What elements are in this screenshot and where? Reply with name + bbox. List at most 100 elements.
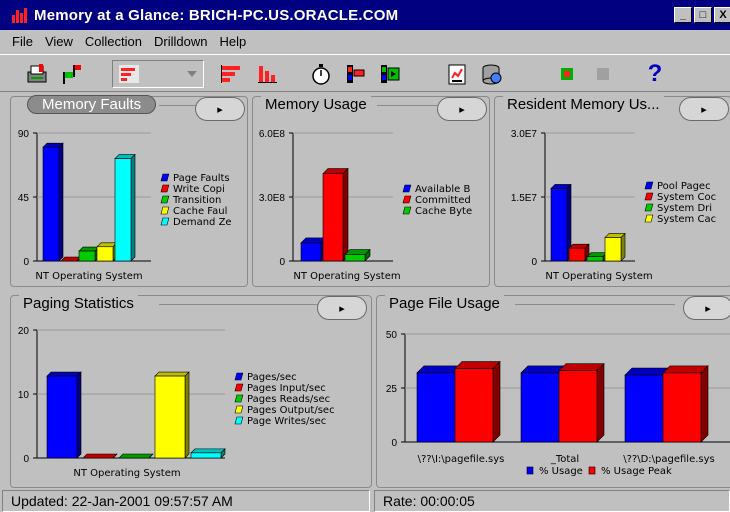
legend-label: System Cac xyxy=(657,214,716,225)
legend-swatch xyxy=(160,195,170,204)
legend-swatch xyxy=(588,466,596,475)
pagefile-bar-top xyxy=(558,363,605,372)
status-bar: Updated: 22-Jan-2001 09:57:57 AM Rate: 0… xyxy=(0,488,730,512)
memory_usage-bar xyxy=(344,254,366,262)
memory-faults-panel: 90 45 0 NT Operating System Page Faults Write… xyxy=(10,95,248,287)
resident-bar-side xyxy=(620,232,626,262)
memory_faults-tick-label: 45 xyxy=(18,193,30,204)
legend-swatch xyxy=(402,195,412,204)
legend-swatch xyxy=(644,192,654,201)
bar-chart-icon[interactable] xyxy=(218,61,244,87)
resident-bar xyxy=(586,256,604,262)
pagefile-tick-label: 0 xyxy=(391,438,397,449)
legend-label: System Dri xyxy=(657,203,712,214)
legend-label: Committed xyxy=(415,195,471,206)
resident-bar xyxy=(550,188,568,262)
window-title: Memory at a Glance: BRICH-PC.US.ORACLE.C… xyxy=(34,6,399,24)
help-icon[interactable]: ? xyxy=(642,60,668,87)
stopwatch-icon[interactable] xyxy=(308,61,334,87)
resident-category-label: NT Operating System xyxy=(545,271,652,282)
resident-tick-label: 3.0E7 xyxy=(511,129,538,140)
legend-swatch xyxy=(160,173,170,182)
memory_faults-bar xyxy=(42,146,60,262)
menu-collection[interactable]: Collection xyxy=(85,34,142,49)
record-icon[interactable] xyxy=(554,61,580,87)
paging-statistics-chart: 20 10 0 NT Operating System Pages/secPages I… xyxy=(18,326,335,479)
drilldown-button[interactable]: ▸ xyxy=(195,97,245,121)
memory_usage-bar-side xyxy=(342,167,349,262)
legend-swatch xyxy=(644,203,654,212)
legend-swatch xyxy=(402,184,412,193)
database-icon[interactable] xyxy=(478,61,504,87)
legend-label: Pages Reads/sec xyxy=(247,394,330,405)
memory_faults-bar xyxy=(114,158,132,262)
menu-view[interactable]: View xyxy=(45,34,73,49)
resident-tick-label: 0 xyxy=(531,257,537,268)
pagefile-bar-side xyxy=(492,360,501,443)
drilldown-button[interactable]: ▸ xyxy=(437,97,487,121)
menu-help[interactable]: Help xyxy=(219,34,246,49)
legend-swatch xyxy=(160,217,170,226)
legend-swatch xyxy=(402,206,412,215)
pagefile-bar-side xyxy=(596,362,605,443)
paging-tick-label: 20 xyxy=(18,326,30,337)
flag-icon[interactable] xyxy=(58,61,84,87)
memory-faults-title: Memory Faults xyxy=(27,95,157,114)
memory_usage-tick-label: 3.0E8 xyxy=(259,193,286,204)
paging-bar xyxy=(46,375,78,459)
pagefile-category-label: _Total xyxy=(550,454,579,465)
legend-swatch xyxy=(234,372,244,381)
paging-statistics-panel: 20 10 0 NT Operating System Pages/sec Pages I… xyxy=(10,295,372,488)
chevron-down-icon[interactable] xyxy=(187,71,197,77)
legend-swatch xyxy=(644,181,654,190)
memory_faults-tick-label: 0 xyxy=(23,257,29,268)
rate-status: Rate: 00:00:05 xyxy=(374,490,730,512)
app-window: Memory at a Glance: BRICH-PC.US.ORACLE.C… xyxy=(0,0,730,512)
indicator-icon[interactable] xyxy=(342,61,368,87)
paging-bar-side xyxy=(76,371,82,459)
paging-bar xyxy=(154,375,186,459)
drilldown-button[interactable]: ▸ xyxy=(683,296,730,320)
legend-label: Cache Byte xyxy=(415,206,472,217)
legend-label: Write Copi xyxy=(173,184,225,195)
memory_faults-tick-label: 90 xyxy=(18,129,30,140)
indicator-play-icon[interactable] xyxy=(376,61,402,87)
legend-label: Transition xyxy=(172,195,221,206)
resident-memory-panel: 3.0E7 1.5E7 0 NT Operating System Pool Pagec… xyxy=(494,96,730,287)
column-chart-icon[interactable] xyxy=(254,61,280,87)
page-file-usage-title: Page File Usage xyxy=(385,295,504,312)
pagefile-bar xyxy=(624,374,664,443)
page-file-usage-chart: 50 25 0 \??\I:\pagefile.sys _Total \??\D:\pag… xyxy=(386,330,730,477)
legend-label: Pool Pagec xyxy=(657,181,711,192)
menu-drilldown[interactable]: Drilldown xyxy=(154,34,207,49)
memory-faults-chart: 90 45 0 NT Operating System Page FaultsWrite… xyxy=(18,129,232,282)
menu-bar: File View Collection Drilldown Help xyxy=(0,30,730,52)
legend-swatch xyxy=(234,405,244,414)
legend-swatch xyxy=(160,206,170,215)
pagefile-category-label: \??\D:\pagefile.sys xyxy=(623,454,715,465)
paging-bar-side xyxy=(184,371,190,459)
pagefile-bar-side xyxy=(700,365,709,443)
print-icon[interactable] xyxy=(24,61,50,87)
pagefile-bar-top xyxy=(454,361,501,369)
paging-category-label: NT Operating System xyxy=(73,468,180,479)
chart-type-selector[interactable] xyxy=(112,60,204,88)
memory_usage-bar xyxy=(322,173,344,262)
pagefile-bar xyxy=(558,370,598,443)
app-icon xyxy=(12,7,28,23)
pagefile-bar xyxy=(662,372,702,443)
page-file-usage-panel: 50 25 0 \??\I:\pagefile.sys _Total \??\D:\pag… xyxy=(376,295,730,488)
stop-icon[interactable] xyxy=(590,61,616,87)
paging-tick-label: 10 xyxy=(18,390,30,401)
report-icon[interactable] xyxy=(444,61,470,87)
paging-tick-label: 0 xyxy=(23,454,29,465)
minimize-button[interactable]: _ xyxy=(674,7,692,23)
drilldown-button[interactable]: ▸ xyxy=(317,296,367,320)
close-button[interactable]: X xyxy=(714,7,730,23)
maximize-button[interactable]: □ xyxy=(694,7,712,23)
menu-file[interactable]: File xyxy=(12,34,33,49)
legend-label: Available B xyxy=(415,184,470,195)
drilldown-button[interactable]: ▸ xyxy=(679,97,729,121)
memory_faults-bar-side xyxy=(130,153,136,262)
memory_faults-bar xyxy=(78,250,96,262)
